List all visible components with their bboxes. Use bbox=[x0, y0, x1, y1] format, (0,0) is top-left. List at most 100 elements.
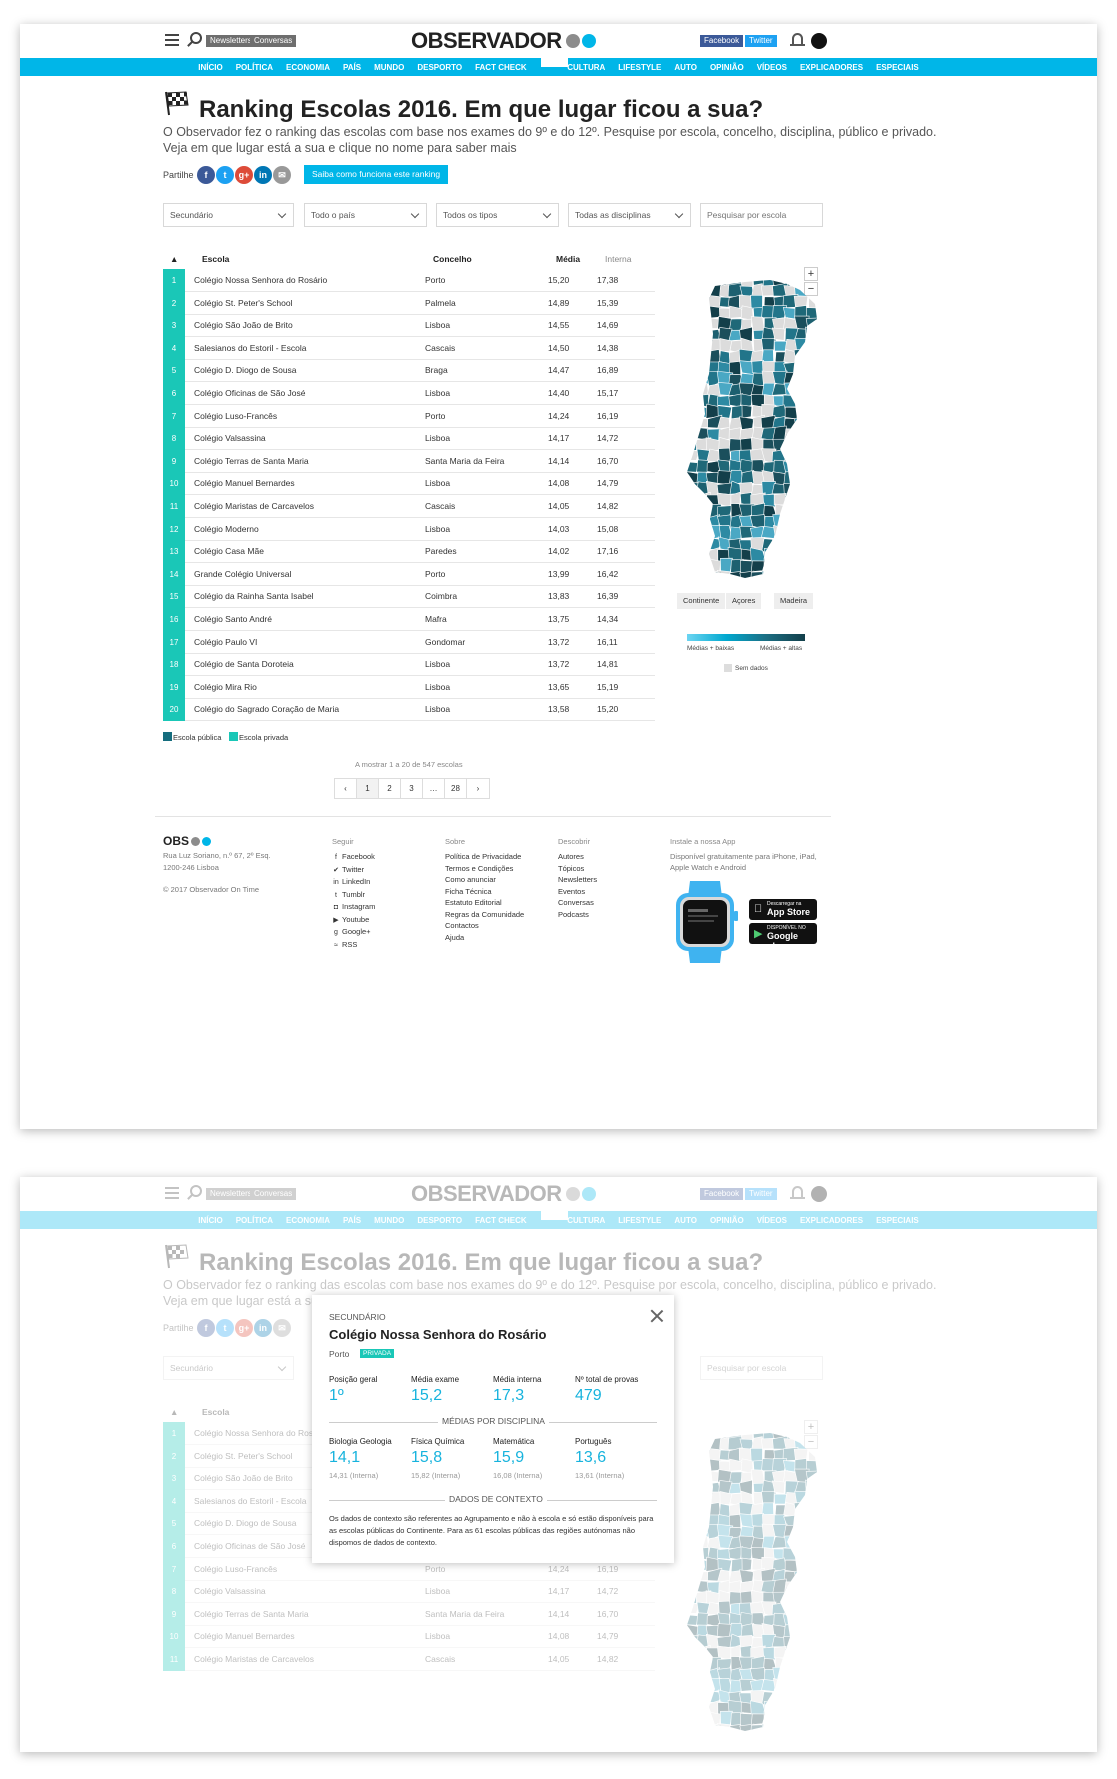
follow-tumblr-link[interactable]: t Tumblr bbox=[332, 889, 375, 902]
municipality-shape[interactable] bbox=[818, 385, 829, 398]
table-row[interactable]: 1 Colégio Nossa Senhora do Rosário Porto 15… bbox=[163, 269, 655, 292]
municipality-shape[interactable] bbox=[793, 348, 810, 363]
municipality-shape[interactable] bbox=[675, 373, 687, 383]
municipality-shape[interactable] bbox=[793, 470, 810, 483]
municipality-shape[interactable] bbox=[816, 483, 831, 497]
municipality-shape[interactable] bbox=[794, 516, 808, 529]
municipality-shape[interactable] bbox=[684, 558, 699, 573]
municipality-shape[interactable] bbox=[694, 305, 709, 320]
search-icon[interactable] bbox=[190, 32, 202, 44]
municipality-shape[interactable] bbox=[675, 392, 689, 408]
discover-link[interactable]: Tópicos bbox=[558, 863, 597, 875]
school-name-link[interactable]: Colégio Mira Rio bbox=[194, 676, 257, 699]
municipality-shape[interactable] bbox=[816, 526, 831, 539]
municipality-shape[interactable] bbox=[761, 569, 776, 583]
notification-bell-icon[interactable] bbox=[790, 33, 805, 46]
municipality-shape[interactable] bbox=[685, 371, 698, 386]
municipality-shape[interactable] bbox=[806, 514, 819, 529]
municipality-shape[interactable] bbox=[828, 570, 835, 583]
municipality-shape[interactable] bbox=[829, 428, 835, 440]
municipality-shape[interactable] bbox=[707, 274, 721, 286]
region-continente-button[interactable]: Continente bbox=[677, 593, 726, 609]
facebook-share-icon[interactable]: f bbox=[197, 166, 215, 184]
municipality-shape[interactable] bbox=[694, 537, 710, 552]
municipality-shape[interactable] bbox=[675, 472, 690, 486]
municipality-shape[interactable] bbox=[763, 557, 775, 574]
municipality-shape[interactable] bbox=[827, 284, 835, 299]
follow-linkedin-link[interactable]: in LinkedIn bbox=[332, 876, 375, 889]
municipality-shape[interactable] bbox=[741, 404, 753, 419]
municipality-shape[interactable] bbox=[675, 547, 689, 563]
school-name-link[interactable]: Colégio Valsassina bbox=[194, 427, 266, 450]
municipality-shape[interactable] bbox=[795, 449, 810, 464]
municipality-shape[interactable] bbox=[805, 428, 821, 442]
municipality-shape[interactable] bbox=[818, 317, 829, 329]
footer-logo[interactable]: OBS bbox=[163, 834, 212, 848]
municipality-shape[interactable] bbox=[716, 570, 731, 584]
municipality-shape[interactable] bbox=[827, 407, 835, 419]
nav-item-politica[interactable]: POLÍTICA bbox=[236, 63, 273, 72]
school-name-link[interactable]: Colégio Oficinas de São José bbox=[194, 382, 306, 405]
subject-select[interactable]: Todas as disciplinas bbox=[568, 203, 691, 227]
next-page-button[interactable]: › bbox=[467, 779, 489, 798]
municipality-shape[interactable] bbox=[784, 428, 799, 441]
municipality-shape[interactable] bbox=[819, 338, 830, 353]
municipality-shape[interactable] bbox=[805, 360, 819, 377]
nav-item-inicio[interactable]: INÍCIO bbox=[198, 63, 222, 72]
municipality-shape[interactable] bbox=[807, 448, 820, 462]
municipality-shape[interactable] bbox=[685, 274, 699, 286]
municipality-shape[interactable] bbox=[828, 275, 835, 287]
municipality-shape[interactable] bbox=[696, 293, 710, 309]
school-header[interactable]: Escola bbox=[202, 254, 229, 264]
table-row[interactable]: 18 Colégio de Santa Doroteia Lisboa 13,72 14… bbox=[163, 653, 655, 677]
municipality-shape[interactable] bbox=[816, 304, 832, 322]
municipality-shape[interactable] bbox=[805, 326, 820, 343]
municipality-shape[interactable] bbox=[817, 297, 830, 308]
discover-link[interactable]: Podcasts bbox=[558, 909, 597, 921]
municipality-shape[interactable] bbox=[696, 583, 711, 593]
municipality-shape[interactable] bbox=[830, 482, 835, 496]
municipality-shape[interactable] bbox=[806, 524, 818, 540]
table-row[interactable]: 3 Colégio São João de Brito Lisboa 14,55 14,… bbox=[163, 314, 655, 338]
facebook-button[interactable]: Facebook bbox=[700, 35, 744, 47]
municipality-shape[interactable] bbox=[684, 360, 700, 374]
sort-rank-header[interactable]: ▲ bbox=[170, 254, 178, 264]
municipality-shape[interactable] bbox=[675, 295, 686, 310]
nav-item-auto[interactable]: AUTO bbox=[674, 63, 697, 72]
municipality-shape[interactable] bbox=[750, 295, 763, 310]
municipality-shape[interactable] bbox=[684, 480, 699, 497]
municipality-shape[interactable] bbox=[794, 392, 810, 407]
nav-item-pais[interactable]: PAÍS bbox=[343, 63, 361, 72]
about-link[interactable]: Política de Privacidade bbox=[445, 851, 524, 863]
school-name-link[interactable]: Colégio da Rainha Santa Isabel bbox=[194, 585, 314, 608]
municipality-shape[interactable] bbox=[795, 559, 809, 575]
table-row[interactable]: 4 Salesianos do Estoril - Escola Cascais 14… bbox=[163, 336, 655, 360]
municipality-shape[interactable] bbox=[696, 350, 712, 366]
municipality-shape[interactable] bbox=[805, 317, 819, 331]
municipality-shape[interactable] bbox=[818, 503, 832, 519]
table-row[interactable]: 12 Colégio Moderno Lisboa 14,03 15,08 bbox=[163, 517, 655, 541]
municipality-shape[interactable] bbox=[804, 480, 821, 497]
municipality-shape[interactable] bbox=[804, 570, 819, 585]
school-name-link[interactable]: Colégio St. Peter's School bbox=[194, 292, 292, 315]
municipality-shape[interactable] bbox=[794, 274, 807, 288]
municipality-shape[interactable] bbox=[675, 418, 688, 429]
municipality-shape[interactable] bbox=[829, 503, 835, 517]
municipality-shape[interactable] bbox=[816, 582, 829, 594]
municipality-shape[interactable] bbox=[694, 491, 711, 506]
email-share-icon[interactable]: ✉ bbox=[273, 166, 291, 184]
municipality-shape[interactable] bbox=[829, 493, 835, 507]
municipality-shape[interactable] bbox=[816, 392, 831, 410]
municipality-shape[interactable] bbox=[818, 426, 830, 439]
municipality-shape[interactable] bbox=[782, 546, 797, 564]
about-link[interactable]: Regras da Comunidade bbox=[445, 909, 524, 921]
region-select[interactable]: Todo o país bbox=[304, 203, 427, 227]
municipality-shape[interactable] bbox=[817, 437, 831, 450]
follow-rss-link[interactable]: ≈ RSS bbox=[332, 939, 375, 952]
municipality-shape[interactable] bbox=[794, 426, 808, 441]
municipality-shape[interactable] bbox=[828, 317, 835, 332]
municipality-shape[interactable] bbox=[793, 547, 810, 560]
municipality-shape[interactable] bbox=[676, 327, 689, 343]
municipality-shape[interactable] bbox=[684, 393, 700, 408]
nav-item-economia[interactable]: ECONOMIA bbox=[286, 63, 330, 72]
